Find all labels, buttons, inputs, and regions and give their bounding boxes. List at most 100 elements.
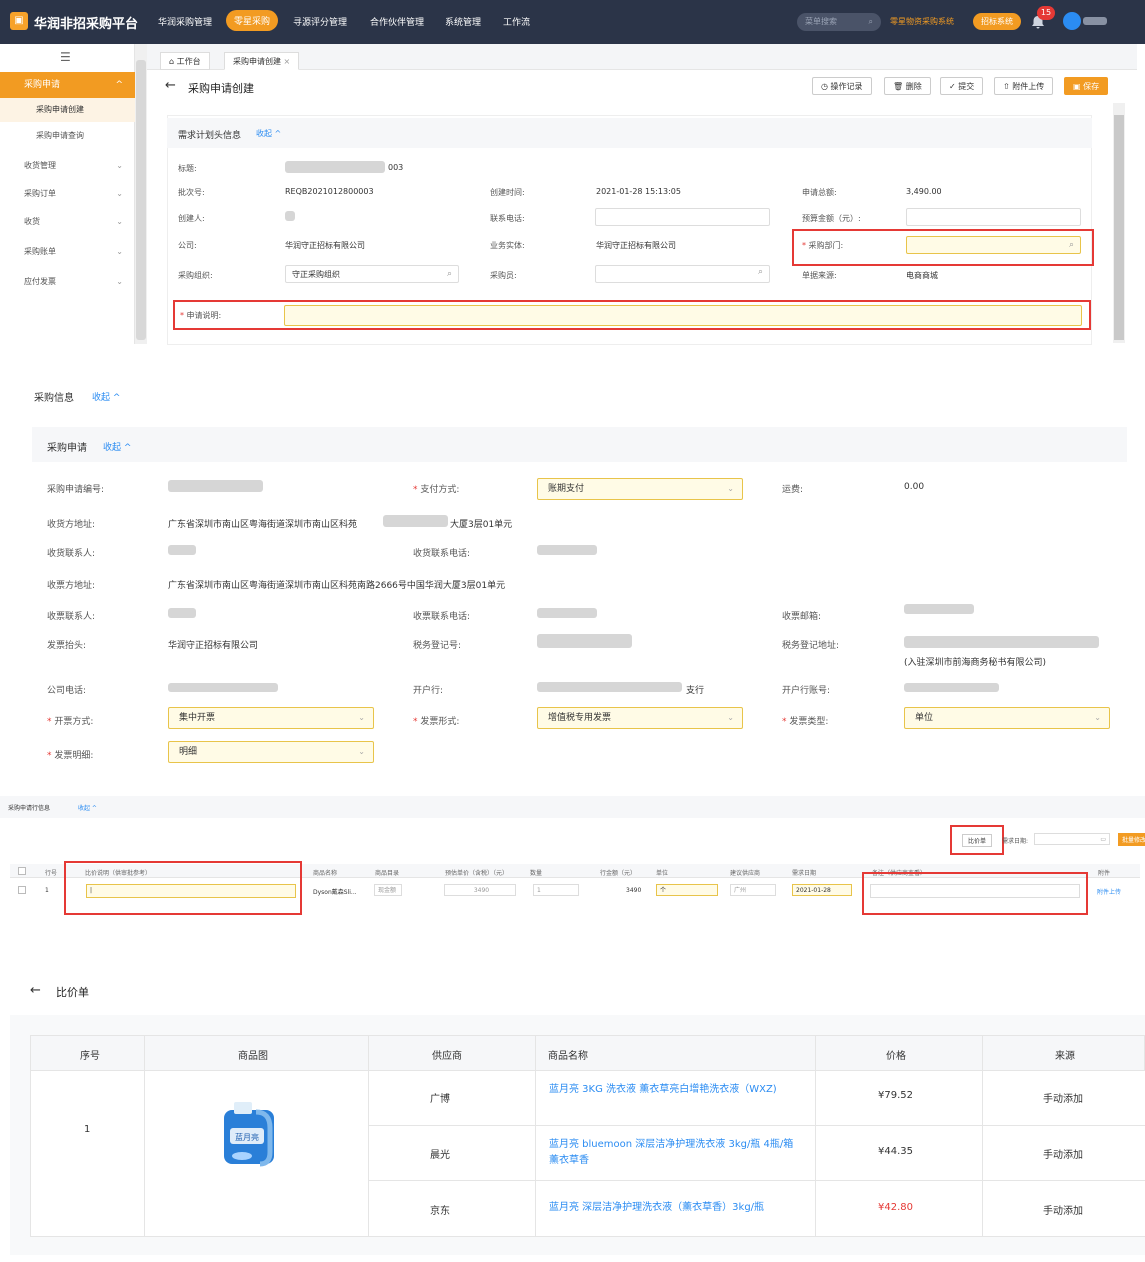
submit-button[interactable]: ✓ 提交 — [940, 77, 984, 95]
redacted-value — [537, 545, 597, 555]
collapse-toggle[interactable]: 收起 ^ — [256, 128, 281, 139]
menu-toggle-icon[interactable]: ☰ — [60, 50, 71, 64]
column-header: 行号 — [45, 870, 58, 877]
field-label: 开户行: — [413, 686, 444, 696]
field-label: 收票联系人: — [47, 612, 96, 622]
redacted-value — [168, 683, 278, 692]
remark-input[interactable] — [870, 884, 1080, 898]
dept-select[interactable]: ⌕ — [906, 236, 1081, 254]
invoice-address: 广东省深圳市南山区粤海街道深圳市南山区科苑南路2666号中国华润大厦3层01单元 — [168, 581, 506, 591]
collapse-toggle[interactable]: 收起 ^ — [78, 803, 97, 812]
user-menu[interactable] — [1083, 17, 1107, 25]
column-header: 供应商 — [432, 1051, 462, 1062]
entity-value: 华润守正招标有限公司 — [596, 241, 676, 250]
sidebar-item-bills[interactable]: 采购账单 ⌄ — [0, 238, 135, 266]
nav-item-purchase-mgmt[interactable]: 华润采购管理 — [158, 15, 212, 28]
supplier-select[interactable]: 广州 — [730, 884, 776, 896]
batch-value: REQB2021012800003 — [285, 187, 374, 196]
save-button[interactable]: ▣ 保存 — [1064, 77, 1109, 95]
batch-edit-button[interactable]: 批量修改 — [1118, 833, 1145, 846]
price-value: ¥79.52 — [878, 1090, 913, 1101]
upload-button[interactable]: ⇧ 附件上传 — [994, 77, 1054, 95]
sidebar-menu-purchase-request[interactable]: 采购申请 ^ — [0, 72, 135, 98]
product-name: Dyson戴森Sli... — [313, 889, 357, 896]
field-label: * 采购部门: — [802, 241, 844, 250]
sidebar-item-invoices[interactable]: 应付发票 ⌄ — [0, 268, 135, 296]
tab-workbench[interactable]: ⌂ 工作台 — [160, 52, 210, 70]
column-header: 数量 — [530, 870, 543, 877]
field-label: 收货方地址: — [47, 520, 96, 530]
supplier-name: 晨光 — [430, 1150, 450, 1161]
sidebar-item-orders[interactable]: 采购订单 ⌄ — [0, 180, 135, 208]
delete-button[interactable]: 🗑 删除 — [884, 77, 931, 95]
back-arrow-icon[interactable]: ← — [165, 78, 176, 93]
field-label: * 发票明细: — [47, 751, 94, 761]
field-label: * 发票类型: — [782, 717, 829, 727]
field-label: * 发票形式: — [413, 717, 460, 727]
divider — [368, 1035, 369, 1237]
section-title: 采购信息 — [34, 393, 74, 404]
description-textarea[interactable] — [284, 305, 1082, 326]
tab-pr-create[interactable]: 采购申请创建 × — [224, 52, 300, 70]
menu-search-input[interactable]: 菜单搜索 ⌕ — [797, 13, 881, 31]
section-title: 采购申请 — [47, 443, 87, 454]
field-label: 批次号: — [178, 188, 205, 197]
budget-input[interactable] — [906, 208, 1081, 226]
invoice-detail-select[interactable]: 明细 ⌄ — [168, 741, 374, 763]
compare-note-input[interactable]: | — [86, 884, 296, 898]
buyer-select[interactable]: ⌕ — [595, 265, 770, 283]
sidebar-item-pr-query[interactable]: 采购申请查询 — [0, 124, 135, 148]
bidding-system-button[interactable]: 招标系统 — [973, 13, 1021, 30]
search-icon: ⌕ — [1068, 240, 1074, 250]
product-link[interactable]: 蓝月亮 bluemoon 深层洁净护理洗衣液 3kg/瓶 4瓶/箱 薰衣草香 — [549, 1137, 799, 1169]
content-scroll-thumb[interactable] — [1114, 115, 1124, 340]
org-select[interactable]: 守正采购组织 ⌕ — [285, 265, 459, 283]
field-label: * 支付方式: — [413, 485, 460, 495]
collapse-toggle[interactable]: 收起 ^ — [92, 390, 120, 403]
unit-select[interactable]: 个 — [656, 884, 718, 896]
close-icon[interactable]: × — [284, 57, 291, 66]
freight-value: 0.00 — [904, 482, 925, 492]
chevron-down-icon: ⌄ — [358, 747, 365, 756]
chevron-down-icon: ⌄ — [116, 217, 123, 226]
divider — [30, 1070, 1145, 1071]
field-label: 采购组织: — [178, 271, 213, 280]
history-button[interactable]: ◷ 操作记录 — [812, 77, 872, 95]
sidebar-item-receipt[interactable]: 收货 ⌄ — [0, 208, 135, 236]
phone-input[interactable] — [595, 208, 770, 226]
select-all-checkbox[interactable] — [18, 867, 26, 875]
sidebar-scroll-thumb[interactable] — [136, 60, 146, 340]
payment-select[interactable]: 账期支付 ⌄ — [537, 478, 743, 500]
attachment-link[interactable]: 附件上传 — [1097, 887, 1121, 896]
compare-button[interactable]: 比价单 — [962, 834, 993, 847]
date-input[interactable]: ▭ — [1034, 833, 1110, 845]
calendar-icon: ▭ — [1100, 836, 1106, 843]
sidebar-item-receipt-mgmt[interactable]: 收货管理 ⌄ — [0, 152, 135, 180]
redacted-value — [168, 545, 196, 555]
product-link[interactable]: 蓝月亮 深层洁净护理洗衣液（薰衣草香）3kg/瓶 — [549, 1200, 809, 1216]
nav-item-partners[interactable]: 合作伙伴管理 — [370, 15, 424, 28]
chevron-down-icon: ⌄ — [727, 484, 734, 493]
nav-item-system[interactable]: 系统管理 — [445, 15, 481, 28]
row-checkbox[interactable] — [18, 886, 26, 894]
search-icon: ⌕ — [446, 269, 452, 279]
column-header: 商品目录 — [375, 870, 400, 877]
product-link[interactable]: 蓝月亮 3KG 洗衣液 薰衣草亮白增艳洗衣液（WXZ) — [549, 1082, 799, 1098]
invoice-type-select[interactable]: 单位 ⌄ — [904, 707, 1110, 729]
nav-item-sourcing[interactable]: 寻源评分管理 — [293, 15, 347, 28]
avatar[interactable] — [1063, 12, 1081, 30]
field-label: 公司电话: — [47, 686, 87, 696]
collapse-toggle[interactable]: 收起 ^ — [103, 440, 131, 453]
nav-item-spot-purchase[interactable]: 零星采购 — [226, 10, 279, 31]
nav-item-workflow[interactable]: 工作流 — [503, 15, 530, 28]
redacted-value — [285, 161, 385, 173]
invoice-mode-select[interactable]: 集中开票 ⌄ — [168, 707, 374, 729]
field-label: 发票抬头: — [47, 641, 87, 651]
invoice-form-select[interactable]: 增值税专用发票 ⌄ — [537, 707, 743, 729]
spot-system-link[interactable]: 零星物资采购系统 — [890, 16, 954, 27]
redacted-value — [285, 211, 295, 221]
redacted-value — [537, 634, 632, 648]
need-date-input[interactable]: 2021-01-28 — [792, 884, 852, 896]
sidebar-item-pr-create[interactable]: 采购申请创建 — [0, 98, 135, 122]
back-arrow-icon[interactable]: ← — [30, 983, 41, 998]
